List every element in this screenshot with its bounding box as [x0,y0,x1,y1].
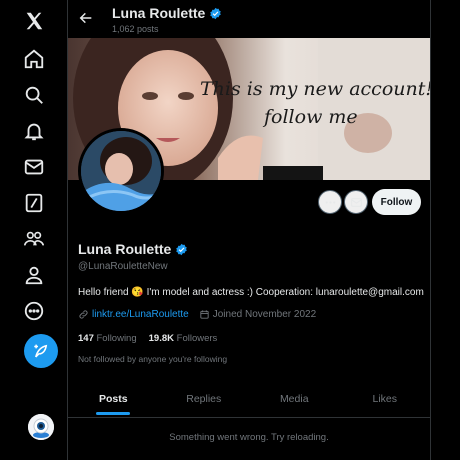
calendar-icon [200,310,209,319]
notifications-icon[interactable] [22,119,46,143]
profile-handle: @LunaRouletteNew [78,261,168,272]
following-label: Following [96,333,137,344]
followers-link[interactable]: 19.8K Followers [149,333,218,344]
profile-tabs: Posts Replies Media Likes [68,380,430,418]
envelope-icon [350,197,362,207]
profile-name: Luna Roulette [78,241,188,257]
tab-likes[interactable]: Likes [340,380,431,417]
grok-icon[interactable] [22,191,46,215]
account-avatar[interactable] [28,414,54,440]
follow-button[interactable]: Follow [372,189,421,215]
nav-rail [0,0,68,460]
communities-icon[interactable] [22,227,46,251]
joined-date: Joined November 2022 [212,309,317,320]
x-logo-icon[interactable] [22,9,46,33]
verified-badge-icon[interactable] [175,243,188,256]
followers-label: Followers [176,333,218,344]
tab-replies[interactable]: Replies [159,380,250,417]
profile-header-bar: Luna Roulette 1,062 posts [68,0,431,38]
profile-name-text: Luna Roulette [78,241,172,257]
post-count: 1,062 posts [112,24,159,34]
back-arrow-icon[interactable] [78,10,94,26]
timeline-error: Something went wrong. Try reloading. [169,432,329,443]
search-icon[interactable] [22,83,46,107]
profile-icon[interactable] [22,263,46,287]
profile-column: Luna Roulette 1,062 posts This is my new… [68,0,431,460]
header-name: Luna Roulette [112,5,222,21]
profile-avatar[interactable] [78,128,164,214]
message-button[interactable] [344,190,368,214]
header-name-text: Luna Roulette [112,5,206,21]
profile-bio: Hello friend 😘 I'm model and actress :) … [78,287,424,298]
following-count: 147 [78,333,94,344]
tab-media[interactable]: Media [249,380,340,417]
profile-link[interactable]: linktr.ee/LunaRoulette [92,309,189,320]
verified-badge-icon [210,7,222,19]
banner-caption-line1: This is my new account! [200,78,430,100]
ellipsis-icon [325,200,335,204]
compose-button[interactable] [24,334,58,368]
profile-meta: linktr.ee/LunaRoulette Joined November 2… [78,309,316,320]
avatar-photo [81,131,161,211]
following-link[interactable]: 147 Following [78,333,137,344]
followers-count: 19.8K [148,333,174,344]
follow-stats: 147 Following 19.8K Followers [78,333,217,344]
banner-caption-line2: follow me [264,106,358,128]
more-options-button[interactable] [318,190,342,214]
more-icon[interactable] [22,299,46,323]
follow-note: Not followed by anyone you're following [78,354,228,364]
messages-icon[interactable] [22,155,46,179]
feather-plus-icon [34,344,48,358]
tab-posts[interactable]: Posts [68,380,159,417]
link-icon [79,310,88,319]
home-icon[interactable] [22,47,46,71]
